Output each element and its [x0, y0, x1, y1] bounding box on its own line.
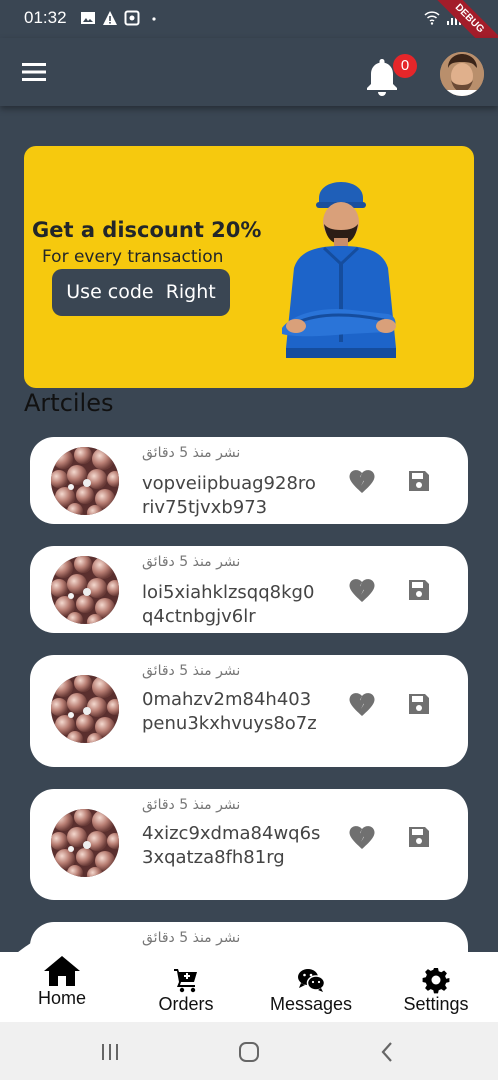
article-meta: نشر منذ 5 دقائق	[142, 663, 241, 679]
save-icon[interactable]	[407, 692, 431, 716]
nav-home-label: Home	[37, 988, 86, 1008]
article-title[interactable]: 4xizc9xdma84wq6s3xqatza8fh81rg	[142, 822, 322, 870]
nav-settings-label: Settings	[403, 994, 469, 1014]
avatar[interactable]	[440, 52, 484, 96]
broken-heart-icon[interactable]	[348, 577, 376, 603]
save-icon[interactable]	[407, 469, 431, 493]
nav-orders[interactable]: Orders	[124, 952, 248, 1022]
warning-icon	[103, 11, 117, 25]
article-card[interactable]: نشر منذ 5 دقائق 0mahzv2m84h403penu3kxhvu…	[30, 655, 468, 767]
article-title[interactable]: vopveiipbuag928roriv75tjvxb973	[142, 472, 322, 520]
avatar-image	[440, 52, 484, 96]
wechat-icon	[298, 969, 325, 992]
image-icon	[81, 12, 95, 24]
article-title[interactable]: loi5xiahklzsqq8kg0q4ctnbgjv6lr	[142, 581, 322, 629]
wifi-icon	[424, 11, 440, 25]
gear-icon	[422, 968, 450, 994]
banner-title: Get a discount 20%	[32, 218, 262, 242]
recents-icon[interactable]	[98, 1040, 122, 1064]
notification-badge: 0	[393, 54, 417, 78]
article-meta: نشر منذ 5 دقائق	[142, 797, 241, 813]
promo-banner[interactable]: Get a discount 20% For every transaction…	[24, 146, 474, 388]
article-thumbnail	[51, 556, 119, 624]
article-thumbnail	[51, 675, 119, 743]
use-code-button[interactable]: Use code Right	[52, 269, 230, 316]
app-bar: 0	[0, 38, 498, 106]
article-card[interactable]: نشر منذ 5 دقائق vopveiipbuag928roriv75tj…	[30, 437, 468, 524]
broken-heart-icon[interactable]	[348, 824, 376, 850]
nav-home[interactable]: Home	[0, 952, 124, 1022]
nav-orders-label: Orders	[158, 994, 214, 1014]
cart-icon	[174, 969, 197, 993]
article-meta: نشر منذ 5 دقائق	[142, 930, 241, 946]
menu-icon[interactable]	[22, 62, 46, 82]
app-icon	[124, 10, 140, 26]
article-meta: نشر منذ 5 دقائق	[142, 554, 241, 570]
broken-heart-icon[interactable]	[348, 468, 376, 494]
bottom-navigation: Home Orders Messages Settings	[0, 952, 498, 1022]
broken-heart-icon[interactable]	[348, 691, 376, 717]
save-icon[interactable]	[407, 825, 431, 849]
nav-messages[interactable]: Messages	[249, 952, 373, 1022]
save-icon[interactable]	[407, 578, 431, 602]
status-bar: 01:32 DEBUG	[0, 0, 498, 65]
home-button-icon[interactable]	[237, 1040, 261, 1064]
article-card[interactable]: نشر منذ 5 دقائق 4xizc9xdma84wq6s3xqatza8…	[30, 789, 468, 900]
article-title[interactable]: 0mahzv2m84h403penu3kxhvuys8o7z	[142, 688, 322, 736]
home-icon	[44, 956, 80, 986]
section-title: Artciles	[24, 389, 114, 417]
worker-illustration	[282, 182, 396, 358]
dot-icon	[152, 17, 156, 21]
status-notification-icons	[80, 10, 162, 26]
banner-subtitle: For every transaction	[42, 247, 224, 267]
article-thumbnail	[51, 447, 119, 515]
article-meta: نشر منذ 5 دقائق	[142, 445, 241, 461]
back-icon[interactable]	[376, 1040, 400, 1064]
status-time: 01:32	[24, 8, 67, 27]
article-thumbnail	[51, 809, 119, 877]
system-navigation-bar	[0, 1022, 498, 1080]
article-card[interactable]: نشر منذ 5 دقائق loi5xiahklzsqq8kg0q4ctnb…	[30, 546, 468, 633]
nav-messages-label: Messages	[269, 994, 353, 1014]
nav-settings[interactable]: Settings	[374, 952, 498, 1022]
